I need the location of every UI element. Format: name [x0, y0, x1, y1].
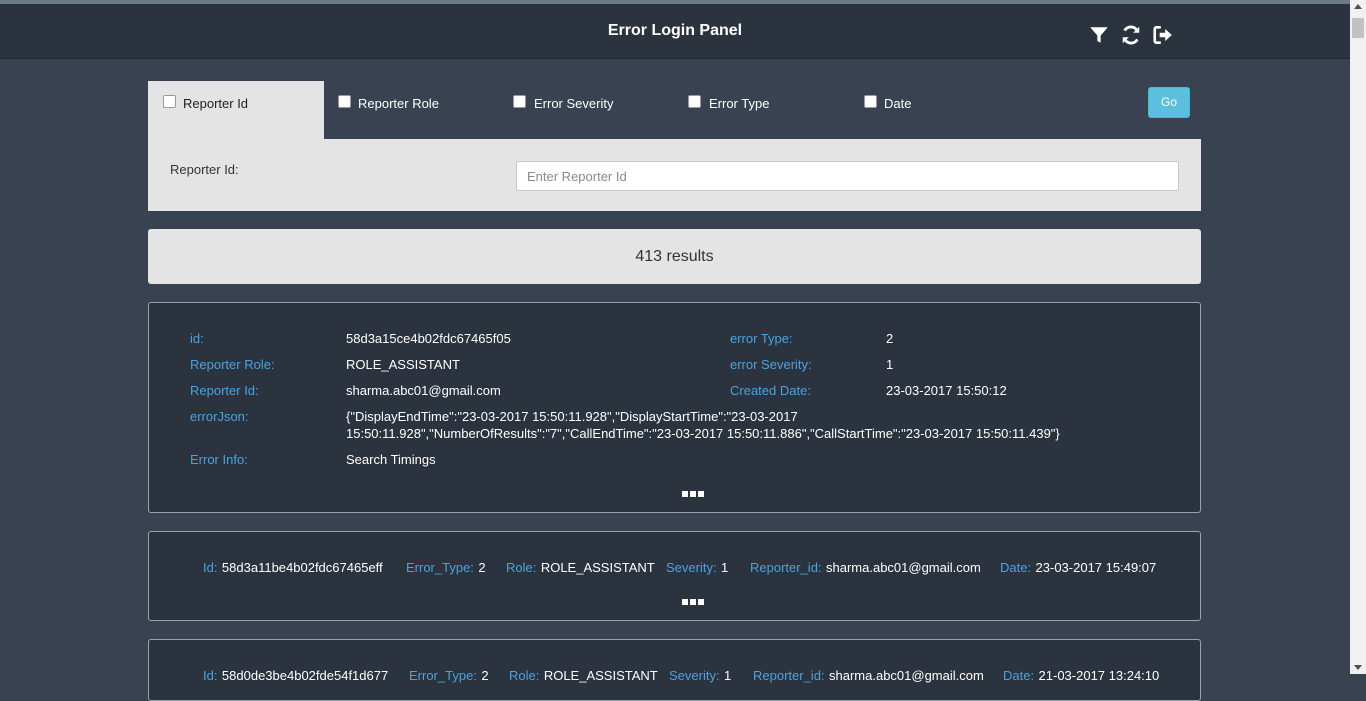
page-title: Error Login Panel — [607, 22, 743, 39]
filter-panel: Reporter Id: — [148, 139, 1201, 211]
reporter-id-value: sharma.abc01@gmail.com — [346, 383, 501, 398]
error-severity-checkbox[interactable] — [513, 95, 526, 108]
summary-type: Error_Type: 2 — [406, 559, 486, 577]
summary-id-label: Id: — [203, 668, 218, 683]
error-json-label: errorJson: — [190, 409, 249, 424]
summary-reporter: Reporter_id: sharma.abc01@gmail.com — [750, 559, 981, 577]
summary-date-value: 21-03-2017 13:24:10 — [1038, 668, 1160, 683]
refresh-icon[interactable] — [1120, 24, 1142, 46]
summary-type-label: Error_Type: — [406, 560, 474, 575]
scroll-down-arrow-icon[interactable] — [1354, 665, 1362, 670]
summary-role: Role: ROLE_ASSISTANT — [509, 667, 658, 685]
tab-reporter-id[interactable]: Reporter Id — [148, 81, 324, 139]
summary-id-value: 58d3a11be4b02fdc67465eff — [221, 560, 383, 575]
summary-role-label: Role: — [509, 668, 540, 683]
tab-label: Reporter Id — [183, 96, 249, 111]
summary-reporter-value: sharma.abc01@gmail.com — [829, 668, 984, 683]
tab-date[interactable]: Date — [852, 81, 1028, 139]
id-value: 58d3a15ce4b02fdc67465f05 — [346, 331, 511, 346]
summary-type-value: 2 — [478, 560, 486, 575]
tab-label: Error Severity — [534, 96, 614, 111]
filter-icon[interactable] — [1088, 24, 1110, 46]
reporter-id-checkbox[interactable] — [163, 95, 176, 108]
reporter-id-input[interactable] — [516, 161, 1179, 191]
error-severity-value: 1 — [886, 357, 894, 372]
error-type-label: error Type: — [730, 331, 793, 346]
summary-id-label: Id: — [203, 560, 218, 575]
created-date-value: 23-03-2017 15:50:12 — [886, 383, 1007, 398]
summary-severity: Severity: 1 — [666, 559, 728, 577]
summary-role-label: Role: — [506, 560, 537, 575]
reporter-id-label: Reporter Id: — [170, 162, 239, 177]
more-icon[interactable] — [682, 484, 706, 497]
summary-reporter-value: sharma.abc01@gmail.com — [826, 560, 981, 575]
id-label: id: — [190, 331, 204, 346]
summary-type: Error_Type: 2 — [409, 667, 489, 685]
summary-id: Id: 58d0de3be4b02fde54f1d677 — [203, 667, 388, 685]
results-count: 413 results — [148, 229, 1201, 284]
date-checkbox[interactable] — [864, 95, 877, 108]
summary-severity-value: 1 — [724, 668, 732, 683]
more-icon[interactable] — [682, 592, 706, 605]
tab-reporter-role[interactable]: Reporter Role — [324, 81, 500, 139]
summary-date: Date: 23-03-2017 15:49:07 — [1000, 559, 1156, 577]
created-date-label: Created Date: — [730, 383, 811, 398]
summary-type-label: Error_Type: — [409, 668, 477, 683]
scroll-up-arrow-icon[interactable] — [1354, 4, 1362, 9]
summary-date-label: Date: — [1000, 560, 1032, 575]
filter-tabs: Reporter Id Reporter Role Error Severity… — [148, 81, 1201, 139]
error-detail-card[interactable]: id: 58d3a15ce4b02fdc67465f05 Reporter Ro… — [148, 302, 1201, 513]
logout-icon[interactable] — [1152, 24, 1174, 46]
tab-label: Reporter Role — [358, 96, 439, 111]
error-severity-label: error Severity: — [730, 357, 812, 372]
reporter-id-label: Reporter Id: — [190, 383, 259, 398]
error-type-checkbox[interactable] — [688, 95, 701, 108]
summary-date-value: 23-03-2017 15:49:07 — [1035, 560, 1157, 575]
summary-date: Date: 21-03-2017 13:24:10 — [1003, 667, 1159, 685]
summary-reporter-label: Reporter_id: — [750, 560, 822, 575]
error-json-value: {"DisplayEndTime":"23-03-2017 15:50:11.9… — [346, 409, 1060, 441]
summary-date-label: Date: — [1003, 668, 1035, 683]
tab-label: Date — [884, 96, 912, 111]
tab-label: Error Type — [709, 96, 770, 111]
scroll-thumb[interactable] — [1352, 18, 1364, 38]
error-info-value: Search Timings — [346, 452, 436, 467]
reporter-role-checkbox[interactable] — [338, 95, 351, 108]
app-header: Error Login Panel — [0, 4, 1350, 59]
error-info-label: Error Info: — [190, 452, 248, 467]
go-button[interactable]: Go — [1148, 87, 1190, 118]
summary-severity: Severity: 1 — [669, 667, 731, 685]
tab-error-type[interactable]: Error Type — [676, 81, 852, 139]
summary-type-value: 2 — [481, 668, 489, 683]
summary-role: Role: ROLE_ASSISTANT — [506, 559, 655, 577]
reporter-role-value: ROLE_ASSISTANT — [346, 357, 460, 372]
vertical-scrollbar[interactable] — [1350, 0, 1366, 674]
summary-role-value: ROLE_ASSISTANT — [543, 668, 658, 683]
summary-role-value: ROLE_ASSISTANT — [540, 560, 655, 575]
reporter-role-label: Reporter Role: — [190, 357, 275, 372]
error-type-value: 2 — [886, 331, 894, 346]
summary-reporter: Reporter_id: sharma.abc01@gmail.com — [753, 667, 984, 685]
summary-severity-label: Severity: — [666, 560, 717, 575]
summary-severity-value: 1 — [721, 560, 729, 575]
summary-reporter-label: Reporter_id: — [753, 668, 825, 683]
tab-error-severity[interactable]: Error Severity — [500, 81, 676, 139]
error-summary-card[interactable]: Id: 58d0de3be4b02fde54f1d677 Error_Type:… — [148, 639, 1201, 701]
summary-id: Id: 58d3a11be4b02fdc67465eff — [203, 559, 383, 577]
summary-id-value: 58d0de3be4b02fde54f1d677 — [221, 668, 389, 683]
error-summary-card[interactable]: Id: 58d3a11be4b02fdc67465eff Error_Type:… — [148, 531, 1201, 621]
summary-severity-label: Severity: — [669, 668, 720, 683]
